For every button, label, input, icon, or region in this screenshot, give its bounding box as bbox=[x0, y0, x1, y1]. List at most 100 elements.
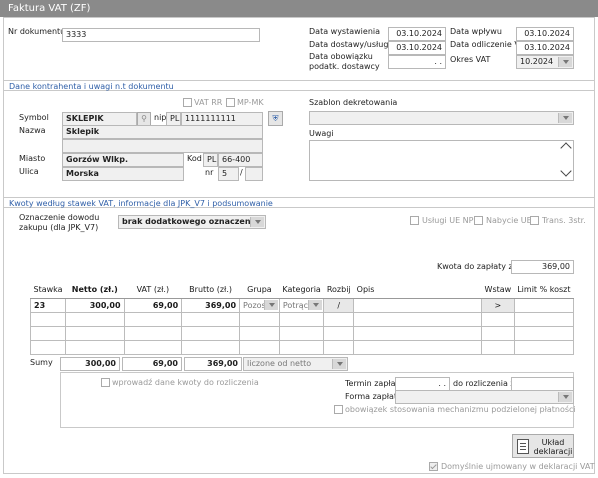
liczone-select[interactable]: liczone od netto bbox=[243, 357, 348, 371]
oznaczenie-label: Oznaczenie dowodu zakupu (dla JPK_V7) bbox=[19, 213, 100, 232]
uwagi-label: Uwagi bbox=[309, 129, 334, 138]
oznaczenie-value: brak dodatkowego oznaczenia bbox=[122, 217, 259, 226]
col-stawka[interactable]: Stawka bbox=[30, 282, 66, 299]
chevron-down-icon bbox=[308, 299, 323, 310]
row-kategoria[interactable]: Potrąc bbox=[278, 297, 325, 313]
sum-vat: 69,00 bbox=[122, 357, 182, 371]
col-opis[interactable]: Opis bbox=[353, 282, 482, 299]
table-header: Stawka Netto (zł.) VAT (zł.) Brutto (zł.… bbox=[30, 282, 574, 299]
wprowadz-checkbox[interactable] bbox=[101, 378, 110, 387]
data-wystawienia-label: Data wystawienia bbox=[309, 27, 381, 36]
wprowadz-label: wprowadź dane kwoty do rozliczenia bbox=[112, 378, 259, 387]
chevron-down-icon bbox=[332, 359, 346, 369]
data-wplywu-input[interactable]: 03.10.2024 bbox=[516, 27, 574, 41]
mechanizm-label: obowiązek stosowania mechanizmu podzielo… bbox=[345, 405, 576, 414]
kwota-label: Kwota do zapłaty zł bbox=[437, 262, 516, 271]
kwota-value: 369,00 bbox=[511, 260, 574, 274]
table-row[interactable] bbox=[29, 325, 575, 341]
chevron-down-icon bbox=[558, 57, 572, 67]
row-limit[interactable] bbox=[513, 297, 575, 313]
do-rozliczenia-input[interactable] bbox=[511, 377, 574, 391]
forma-select[interactable] bbox=[395, 390, 574, 404]
col-netto[interactable]: Netto (zł.) bbox=[65, 282, 125, 299]
row-opis[interactable] bbox=[353, 297, 483, 313]
table-row[interactable] bbox=[29, 311, 575, 327]
data-dostawy-label: Data dostawy/usługi bbox=[309, 40, 391, 49]
vat-rr-label: VAT RR bbox=[194, 98, 223, 107]
trans-label: Trans. 3str. bbox=[542, 216, 586, 225]
nr-lokal-input[interactable] bbox=[245, 167, 263, 181]
row-vat[interactable]: 69,00 bbox=[123, 297, 183, 313]
uwagi-textarea[interactable] bbox=[309, 140, 574, 181]
szablon-label: Szablon dekretowania bbox=[309, 98, 398, 107]
nip-prefix: PL bbox=[166, 112, 181, 126]
row-netto[interactable]: 300,00 bbox=[65, 297, 125, 313]
termin-input[interactable]: . . bbox=[395, 377, 450, 391]
table-row[interactable] bbox=[29, 339, 575, 355]
row-stawka[interactable]: 23 bbox=[29, 297, 67, 313]
vat-rr-checkbox[interactable] bbox=[183, 98, 192, 107]
symbol-input[interactable]: SKLEPIK bbox=[62, 112, 137, 126]
ulica-label: Ulica bbox=[19, 167, 39, 176]
miasto-label: Miasto bbox=[19, 154, 46, 163]
window-title: Faktura VAT (ZF) bbox=[0, 0, 598, 17]
data-wystawienia-input[interactable]: 03.10.2024 bbox=[388, 27, 446, 41]
data-odliczenie-input[interactable]: 03.10.2024 bbox=[516, 41, 574, 55]
col-brutto[interactable]: Brutto (zł.) bbox=[181, 282, 240, 299]
uklad-deklaracji-button[interactable]: Układ deklaracji bbox=[512, 434, 574, 458]
data-dostawy-input[interactable]: 03.10.2024 bbox=[388, 41, 446, 55]
data-obowiazku-input[interactable]: . . bbox=[388, 55, 446, 69]
okres-vat-value: 10.2024 bbox=[520, 57, 554, 66]
nabycie-ue-checkbox[interactable] bbox=[474, 216, 483, 225]
uklad-deklaracji-label: Układ deklaracji bbox=[533, 438, 573, 456]
contractor-section-title: Dane kontrahenta i uwagi n.t dokumentu bbox=[3, 80, 595, 91]
ulica-input[interactable]: Morska bbox=[62, 167, 184, 181]
check-icon bbox=[430, 462, 437, 470]
chevron-down-icon bbox=[263, 299, 278, 310]
trans-checkbox[interactable] bbox=[530, 216, 539, 225]
data-wplywu-label: Data wpływu bbox=[450, 27, 502, 36]
table-row[interactable]: 23 300,00 69,00 369,00 Pozos Potrąc / > bbox=[29, 297, 575, 313]
oznaczenie-select[interactable]: brak dodatkowego oznaczenia bbox=[118, 215, 266, 229]
kod-input[interactable]: 66-400 bbox=[218, 153, 263, 167]
row-grupa[interactable]: Pozos bbox=[239, 297, 280, 313]
okres-vat-label: Okres VAT bbox=[450, 55, 491, 64]
chevron-down-icon bbox=[250, 217, 264, 227]
search-icon[interactable]: ⚲ bbox=[137, 112, 151, 126]
miasto-input[interactable]: Gorzów Wlkp. bbox=[62, 153, 184, 167]
vat-rates-table: Stawka Netto (zł.) VAT (zł.) Brutto (zł.… bbox=[29, 282, 575, 355]
col-grupa[interactable]: Grupa bbox=[239, 282, 280, 299]
forma-label: Forma zapłaty bbox=[345, 392, 402, 401]
mechanizm-checkbox[interactable] bbox=[334, 405, 343, 414]
mp-mk-checkbox[interactable] bbox=[226, 98, 235, 107]
nr-input[interactable]: 5 bbox=[218, 167, 239, 181]
szablon-select[interactable] bbox=[309, 111, 574, 125]
shield-icon[interactable]: ⛨ bbox=[268, 111, 283, 126]
col-wstaw[interactable]: Wstaw bbox=[481, 282, 515, 299]
col-limit[interactable]: Limit % koszt bbox=[514, 282, 574, 299]
domyslnie-checkbox[interactable] bbox=[429, 462, 438, 471]
doc-number-input[interactable]: 3333 bbox=[62, 28, 260, 42]
doc-number-label: Nr dokumentu bbox=[8, 27, 66, 36]
nazwa-label: Nazwa bbox=[19, 126, 46, 135]
col-vat[interactable]: VAT (zł.) bbox=[124, 282, 182, 299]
scroll-up-icon[interactable] bbox=[560, 142, 572, 154]
row-rozbij[interactable]: / bbox=[323, 297, 355, 313]
nip-input[interactable]: 1111111111 bbox=[181, 112, 263, 126]
scroll-down-icon[interactable] bbox=[560, 165, 572, 177]
row-brutto[interactable]: 369,00 bbox=[181, 297, 241, 313]
nip-label: nip bbox=[154, 113, 167, 122]
nazwa-input-2[interactable] bbox=[62, 139, 263, 153]
uslugi-ue-checkbox[interactable] bbox=[410, 216, 419, 225]
col-kategoria[interactable]: Kategoria bbox=[279, 282, 324, 299]
row-wstaw[interactable]: > bbox=[481, 297, 515, 313]
sumy-label: Sumy bbox=[30, 358, 53, 367]
nazwa-input[interactable]: Sklepik bbox=[62, 125, 263, 139]
nr-separator: / bbox=[240, 168, 243, 177]
kod-label: Kod bbox=[187, 154, 202, 163]
nr-label: nr bbox=[205, 168, 214, 177]
domyslnie-label: Domyślnie ujmowany w deklaracji VAT bbox=[441, 462, 595, 471]
okres-vat-select[interactable]: 10.2024 bbox=[516, 55, 574, 69]
col-rozbij[interactable]: Rozbij bbox=[323, 282, 354, 299]
document-icon bbox=[517, 439, 529, 454]
